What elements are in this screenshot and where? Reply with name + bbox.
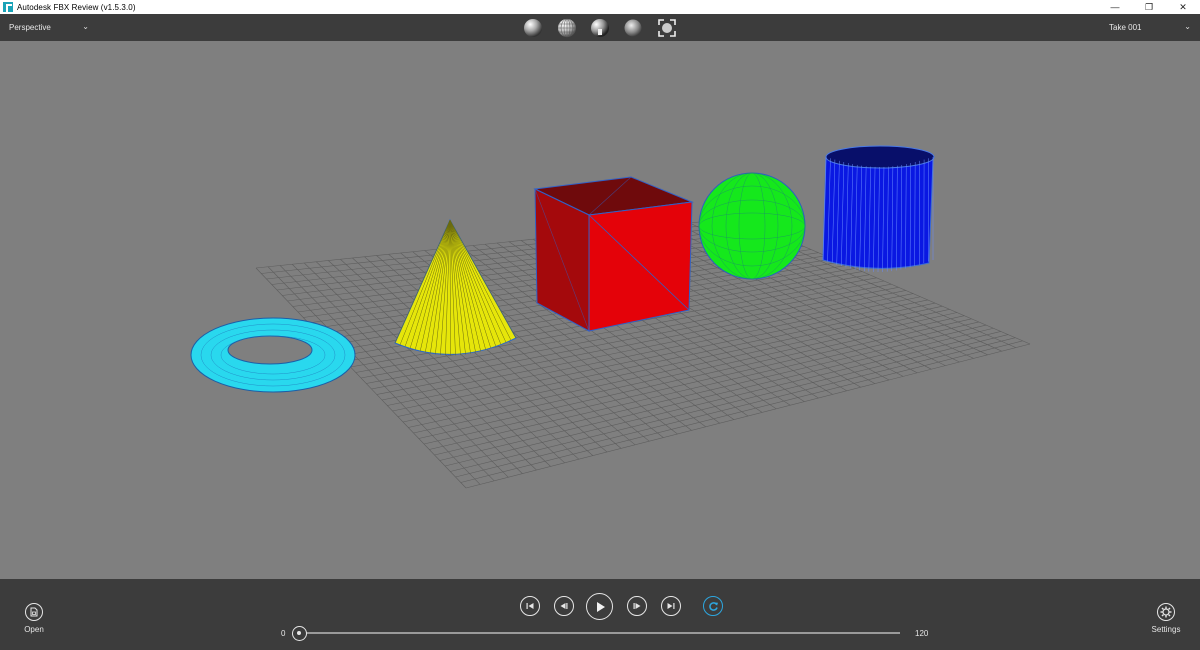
chevron-down-icon: ⌄ — [82, 22, 89, 31]
play-icon[interactable] — [586, 593, 613, 620]
take-selected-label: Take 001 — [1109, 23, 1142, 32]
frame-selection-icon[interactable] — [656, 17, 678, 39]
step-forward-icon[interactable] — [627, 596, 647, 616]
chevron-down-icon: ⌄ — [1184, 22, 1191, 31]
scene-canvas — [190, 145, 1031, 489]
3d-viewport[interactable] — [0, 41, 1200, 579]
step-back-icon[interactable] — [554, 596, 574, 616]
camera-selected-label: Perspective — [9, 23, 51, 32]
settings-button[interactable]: Settings — [1146, 603, 1186, 634]
minimize-button[interactable]: — — [1098, 0, 1132, 14]
gear-icon — [1157, 603, 1175, 621]
go-to-start-icon[interactable] — [520, 596, 540, 616]
wireframe-sphere-icon[interactable] — [556, 17, 578, 39]
open-button[interactable]: Open — [14, 603, 54, 634]
lighting-sphere-icon[interactable] — [589, 17, 611, 39]
settings-label: Settings — [1151, 625, 1181, 634]
timeline-start-label: 0 — [281, 629, 286, 638]
maximize-button[interactable]: ❐ — [1132, 0, 1166, 14]
playback-panel: Open 0 120 Settings — [0, 579, 1200, 650]
cone-object[interactable] — [394, 218, 517, 356]
loop-icon[interactable] — [703, 596, 723, 616]
close-button[interactable]: ✕ — [1166, 0, 1200, 14]
go-to-end-icon[interactable] — [661, 596, 681, 616]
window-title: Autodesk FBX Review (v1.5.3.0) — [17, 2, 136, 12]
cylinder-object[interactable] — [822, 145, 935, 273]
smooth-sphere-icon[interactable] — [622, 17, 644, 39]
camera-dropdown[interactable]: Perspective ⌄ — [6, 21, 92, 34]
window-controls: — ❐ ✕ — [1098, 0, 1200, 14]
timeline-track[interactable] — [300, 632, 900, 634]
open-file-icon — [25, 603, 43, 621]
fbx-app-icon — [3, 2, 13, 12]
take-dropdown[interactable]: Take 001 ⌄ — [1106, 21, 1194, 34]
open-label: Open — [24, 625, 44, 634]
sphere-object[interactable] — [698, 172, 806, 280]
shaded-sphere-icon[interactable] — [522, 17, 544, 39]
timeline-end-label: 120 — [915, 629, 929, 638]
top-toolbar: Perspective ⌄ Take 001 ⌄ — [0, 14, 1200, 41]
torus-object[interactable] — [190, 317, 356, 393]
timeline-scrubber[interactable] — [292, 626, 307, 641]
cube-object[interactable] — [533, 176, 694, 332]
title-bar: Autodesk FBX Review (v1.5.3.0) — ❐ ✕ — [0, 0, 1200, 14]
